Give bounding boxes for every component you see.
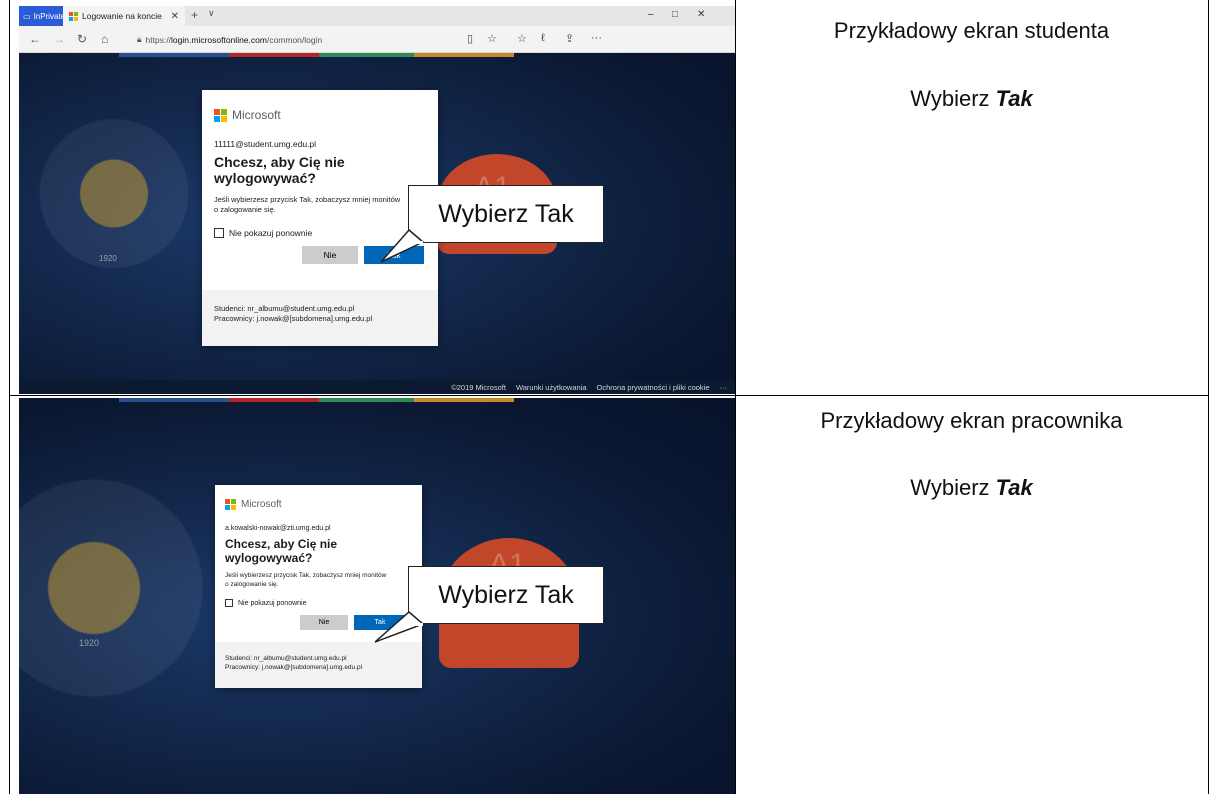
color-stripe	[414, 53, 514, 57]
footer-employees: Pracownicy: j.nowak@[subdomena].umg.edu.…	[225, 664, 363, 671]
refresh-icon[interactable]: ↻	[77, 32, 87, 46]
share-icon[interactable]: ⇪	[565, 32, 574, 45]
close-window-icon[interactable]: ✕	[697, 9, 705, 20]
color-stripe	[229, 53, 319, 57]
no-button[interactable]: Nie	[300, 615, 348, 630]
table-border	[735, 0, 736, 794]
dialog-description: Jeśli wybierzesz przycisk Tak, zobaczysz…	[214, 195, 401, 214]
dialog-description: Jeśli wybierzesz przycisk Tak, zobaczysz…	[225, 572, 387, 588]
dialog-heading: Chcesz, aby Cię nie wylogowywać?	[225, 537, 338, 565]
color-stripe	[319, 53, 414, 57]
privacy-link[interactable]: Ochrona prywatności i pliki cookie	[597, 383, 710, 392]
more-icon[interactable]: ···	[720, 383, 728, 392]
account-email: a.kowalski-nowak@zti.umg.edu.pl	[225, 525, 331, 532]
back-icon[interactable]: ←	[29, 32, 41, 46]
color-stripe	[414, 398, 514, 402]
table-border	[9, 0, 10, 794]
employee-choose-instruction: Wybierz Tak	[910, 475, 1033, 500]
microsoft-logo-icon	[214, 108, 227, 122]
microsoft-brand: Microsoft	[225, 499, 282, 510]
color-stripe	[229, 398, 319, 402]
tab-close-icon[interactable]: ✕	[171, 11, 179, 22]
microsoft-brand: Microsoft	[214, 108, 281, 122]
seal-year: 1920	[79, 638, 100, 648]
dont-show-again-option[interactable]: Nie pokazuj ponownie	[214, 228, 312, 238]
footer-students: Studenci: nr_albumu@student.umg.edu.pl	[225, 655, 347, 662]
student-screen-title: Przykładowy ekran studenta	[833, 18, 1110, 43]
dialog-footer: Studenci: nr_albumu@student.umg.edu.pl P…	[202, 290, 438, 346]
microsoft-logo-icon	[225, 499, 236, 510]
employee-screen-title: Przykładowy ekran pracownika	[820, 408, 1123, 433]
inprivate-icon: ▭	[23, 11, 31, 21]
address-bar[interactable]: 🔒︎ https://login.microsoftonline.com/com…	[137, 31, 457, 48]
login-footer-bar: ©2019 Microsoft Warunki użytkowania Ochr…	[19, 380, 735, 394]
stay-signed-in-dialog: Microsoft 11111@student.umg.edu.pl Chces…	[202, 90, 438, 346]
color-stripe	[319, 398, 414, 402]
copyright-text: ©2019 Microsoft	[451, 382, 506, 392]
url-text: https://login.microsoftonline.com/common…	[145, 34, 323, 45]
color-stripe	[119, 53, 229, 57]
footer-students: Studenci: nr_albumu@student.umg.edu.pl	[214, 304, 355, 313]
browser-chrome: ▭ InPrivate Logowanie na koncie ✕ + ∨ – …	[19, 6, 735, 53]
table-border	[1208, 0, 1209, 794]
dont-show-again-checkbox[interactable]	[214, 228, 224, 238]
callout-tail	[380, 228, 425, 263]
reading-view-icon[interactable]: ▯	[467, 32, 473, 45]
document-table: 1920 A1 ▭ InPrivate Logowanie na koncie …	[9, 0, 1211, 794]
terms-link[interactable]: Warunki użytkowania	[516, 383, 587, 392]
tab-title: Logowanie na koncie	[82, 11, 162, 21]
minimize-icon[interactable]: –	[648, 9, 654, 20]
chevron-down-icon[interactable]: ∨	[208, 8, 215, 19]
new-tab-icon[interactable]: +	[191, 8, 198, 22]
dont-show-again-option[interactable]: Nie pokazuj ponownie	[225, 599, 307, 607]
account-email: 11111@student.umg.edu.pl	[214, 139, 317, 149]
forward-icon[interactable]: →	[53, 32, 65, 46]
stay-signed-in-dialog: Microsoft a.kowalski-nowak@zti.umg.edu.p…	[215, 485, 422, 688]
callout-choose-yes: Wybierz Tak	[408, 566, 604, 624]
no-button[interactable]: Nie	[302, 246, 358, 264]
employee-screenshot: 1920 A1 Microsoft a.kowalski-nowak@zti.u…	[19, 398, 735, 794]
favorite-star-icon[interactable]: ☆	[487, 32, 497, 45]
dont-show-again-checkbox[interactable]	[225, 599, 233, 607]
student-choose-instruction: Wybierz Tak	[910, 86, 1033, 111]
home-icon[interactable]: ⌂	[101, 32, 108, 46]
maximize-icon[interactable]: □	[672, 9, 678, 20]
tab-login[interactable]: Logowanie na koncie ✕	[63, 6, 185, 26]
callout-tail	[374, 611, 425, 643]
dialog-heading: Chcesz, aby Cię nie wylogowywać?	[214, 154, 345, 186]
color-stripe	[119, 398, 229, 402]
pen-icon[interactable]: ℓ	[541, 32, 545, 44]
seal-year: 1920	[99, 254, 117, 263]
microsoft-logo-icon	[69, 11, 78, 21]
inprivate-badge: ▭ InPrivate	[19, 6, 65, 26]
lock-icon: 🔒︎	[137, 34, 142, 44]
table-border	[9, 395, 1209, 396]
footer-employees: Pracownicy: j.nowak@[subdomena].umg.edu.…	[214, 314, 373, 323]
more-icon[interactable]: ···	[591, 32, 602, 44]
student-screenshot: 1920 A1 ▭ InPrivate Logowanie na koncie …	[19, 6, 735, 394]
favorites-hub-icon[interactable]: ☆	[517, 32, 527, 45]
